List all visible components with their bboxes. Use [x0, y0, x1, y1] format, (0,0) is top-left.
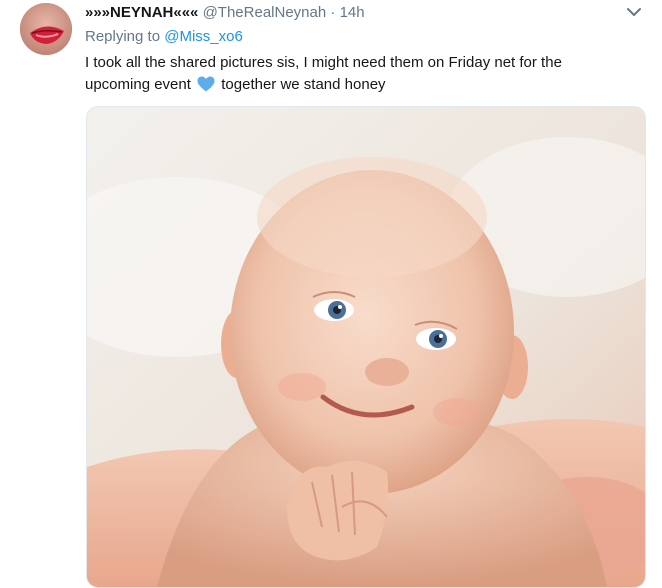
tweet-header: »»»NEYNAH««« @TheRealNeynah · 14h — [85, 3, 622, 23]
avatar[interactable] — [20, 3, 72, 55]
tweet-text: I took all the shared pictures sis, I mi… — [85, 52, 605, 96]
display-name[interactable]: »»»NEYNAH««« — [85, 4, 198, 21]
chevron-down-icon — [627, 8, 641, 16]
handle[interactable]: @TheRealNeynah — [203, 4, 327, 21]
tweet[interactable]: »»»NEYNAH««« @TheRealNeynah · 14h Replyi… — [0, 0, 662, 588]
blue-heart-icon — [197, 76, 215, 92]
reply-to-link[interactable]: @Miss_xo6 — [164, 28, 243, 45]
timestamp[interactable]: 14h — [340, 4, 365, 21]
reply-context: Replying to @Miss_xo6 — [85, 27, 243, 47]
tweet-text-part2: together we stand honey — [221, 76, 386, 93]
baby-photo — [87, 107, 645, 587]
more-options-button[interactable] — [624, 4, 644, 20]
avatar-image — [20, 3, 72, 55]
separator-dot: · — [330, 4, 336, 21]
tweet-photo[interactable] — [86, 106, 646, 588]
reply-prefix: Replying to — [85, 28, 161, 45]
